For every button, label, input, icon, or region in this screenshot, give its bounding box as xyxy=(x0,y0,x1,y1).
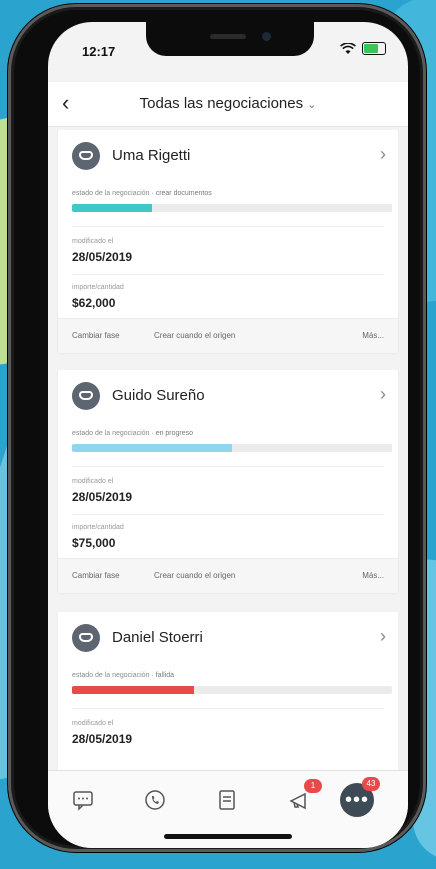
front-camera xyxy=(262,32,271,41)
modified-date: 28/05/2019 xyxy=(72,490,133,504)
phone-icon xyxy=(145,790,165,810)
deal-progress-fill xyxy=(72,444,232,452)
notifications-badge: 1 xyxy=(304,779,322,793)
create-button[interactable]: Crear cuando el origen xyxy=(154,331,235,340)
chevron-right-icon[interactable]: › xyxy=(380,384,386,405)
deal-card[interactable]: Guido Sureño › estado de la negociación … xyxy=(58,370,398,593)
deal-avatar-icon xyxy=(72,142,100,170)
change-stage-button[interactable]: Cambiar fase xyxy=(72,331,120,340)
tab-chat[interactable] xyxy=(68,785,98,815)
deal-progress-bar xyxy=(72,204,392,212)
tab-notifications[interactable]: 1 xyxy=(284,779,322,815)
deals-list[interactable]: Uma Rigetti › estado de la negociación ·… xyxy=(48,130,408,770)
modified-date: 28/05/2019 xyxy=(72,732,133,746)
deal-card[interactable]: Uma Rigetti › estado de la negociación ·… xyxy=(58,130,398,353)
deal-progress-fill xyxy=(72,686,194,694)
deal-card-header[interactable]: Guido Sureño › xyxy=(58,370,398,420)
deal-stage: estado de la negociación · crear documen… xyxy=(72,190,212,197)
wifi-icon xyxy=(340,42,356,54)
tab-calls[interactable] xyxy=(140,785,170,815)
amount-value: $75,000 xyxy=(72,536,116,550)
more-actions-button[interactable]: Más... xyxy=(362,571,384,580)
chat-icon xyxy=(73,791,93,811)
more-actions-button[interactable]: Más... xyxy=(362,331,384,340)
battery-icon xyxy=(362,42,386,55)
nav-bar: ‹ Todas las negociaciones ⌄ xyxy=(48,82,408,127)
deal-avatar-icon xyxy=(72,382,100,410)
deal-card-header[interactable]: Uma Rigetti › xyxy=(58,130,398,180)
status-icons xyxy=(340,42,386,55)
amount-label: importe/cantidad xyxy=(72,524,124,531)
tasks-icon xyxy=(219,790,235,810)
deal-progress-bar xyxy=(72,686,392,694)
modified-label: modificado el xyxy=(72,720,114,727)
status-time: 12:17 xyxy=(82,44,116,59)
amount-value: $62,000 xyxy=(72,296,116,310)
phone-screen: 12:17 ‹ Todas las negociaciones ⌄ Uma Ri… xyxy=(48,22,408,848)
phone-frame: 12:17 ‹ Todas las negociaciones ⌄ Uma Ri… xyxy=(8,4,426,852)
chevron-right-icon[interactable]: › xyxy=(380,144,386,165)
speaker xyxy=(210,34,246,39)
page-title: Todas las negociaciones xyxy=(139,95,304,112)
deal-name: Guido Sureño xyxy=(112,387,205,404)
deal-progress-fill xyxy=(72,204,152,212)
deal-avatar-icon xyxy=(72,624,100,652)
chevron-right-icon[interactable]: › xyxy=(380,626,386,647)
more-badge: 43 xyxy=(362,777,380,791)
deal-actions: Cambiar fase Crear cuando el origen Más.… xyxy=(58,558,398,593)
chevron-down-icon: ⌄ xyxy=(307,99,317,111)
change-stage-button[interactable]: Cambiar fase xyxy=(72,571,120,580)
deal-progress-bar xyxy=(72,444,392,452)
deal-stage: estado de la negociación · fallida xyxy=(72,672,174,679)
modified-label: modificado el xyxy=(72,238,114,245)
modified-date: 28/05/2019 xyxy=(72,250,133,264)
notch xyxy=(146,22,314,56)
view-selector[interactable]: Todas las negociaciones ⌄ xyxy=(48,95,408,112)
deal-card-header[interactable]: Daniel Stoerri › xyxy=(58,612,398,662)
amount-label: importe/cantidad xyxy=(72,284,124,291)
modified-label: modificado el xyxy=(72,478,114,485)
deal-actions: Cambiar fase Crear cuando el origen Más.… xyxy=(58,318,398,353)
deal-name: Daniel Stoerri xyxy=(112,629,203,646)
tab-tasks[interactable] xyxy=(212,785,242,815)
home-indicator xyxy=(164,834,292,839)
create-button[interactable]: Crear cuando el origen xyxy=(154,571,235,580)
deal-name: Uma Rigetti xyxy=(112,147,191,164)
deal-card[interactable]: Daniel Stoerri › estado de la negociació… xyxy=(58,612,398,770)
deal-stage: estado de la negociación · en progreso xyxy=(72,430,194,437)
